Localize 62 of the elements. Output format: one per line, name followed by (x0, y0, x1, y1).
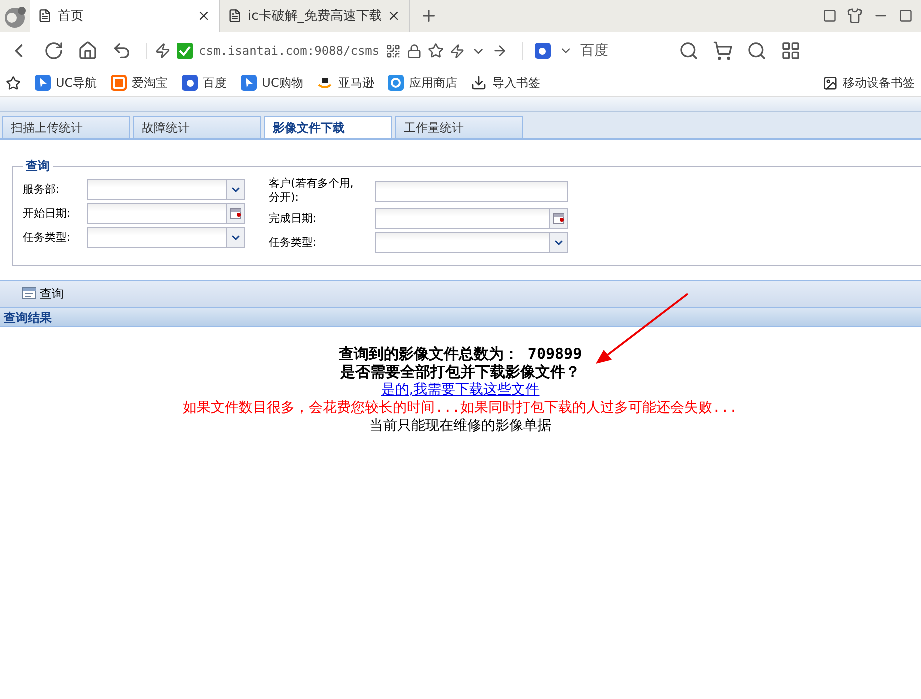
query-button[interactable]: 查询 (22, 286, 64, 302)
go-icon[interactable] (492, 43, 508, 59)
download-link[interactable]: 是的,我需要下载这些文件 (381, 381, 540, 399)
field-label: 任务类型: (23, 230, 72, 244)
bookmark-link[interactable]: 应用商店 (388, 74, 458, 92)
page-tab[interactable]: 工作量统计 (395, 116, 523, 138)
page-icon (228, 9, 242, 23)
bookmark-link[interactable]: 移动设备书签 (823, 74, 915, 92)
calendar-icon (552, 212, 564, 224)
warning-text: 如果文件数目很多，会花费您较长的时间...如果同时打包下载的人过多可能还会失败... (183, 399, 738, 417)
dropdown-field[interactable] (375, 232, 568, 253)
dropdown-field[interactable] (87, 227, 245, 248)
home-icon[interactable] (78, 41, 98, 61)
shirt-icon[interactable] (847, 8, 863, 24)
qr-icon[interactable] (386, 44, 401, 58)
star-icon[interactable] (428, 43, 444, 59)
calendar-icon (230, 208, 242, 220)
result-text: 当前只能现在维修的影像单据 (370, 417, 552, 435)
page-tab[interactable]: 扫描上传统计 (2, 116, 130, 138)
address-field[interactable]: csm.isantai.com:9088/csms (199, 44, 380, 58)
page-tab[interactable]: 影像文件下载 (264, 116, 392, 138)
field-label: 服务部: (23, 182, 61, 196)
bookmark-link[interactable]: 导入书签 (471, 74, 540, 92)
field-label: 完成日期: (269, 212, 318, 226)
star-icon[interactable] (6, 76, 21, 90)
bookmark-link[interactable]: UC购物 (241, 74, 304, 92)
field-label: 客户(若有多个用,分开): (269, 177, 355, 205)
page-icon (38, 9, 52, 23)
magnifier-icon[interactable] (746, 41, 767, 61)
import-icon (471, 75, 488, 91)
folder-icon (823, 76, 838, 90)
bookmark-link[interactable]: UC导航 (35, 74, 98, 92)
bookmark-link[interactable]: 爱淘宝 (111, 74, 168, 92)
new-tab-icon[interactable] (420, 7, 438, 25)
panel-title: 查询 (25, 158, 51, 175)
dropdown-field[interactable] (87, 179, 245, 200)
lock-icon[interactable] (406, 44, 422, 58)
undo-icon[interactable] (112, 41, 132, 61)
search-icon[interactable] (678, 41, 699, 61)
date-field[interactable] (375, 208, 568, 229)
grid-icon[interactable] (780, 41, 801, 61)
bookmark-link[interactable]: 亚马逊 (317, 74, 374, 92)
bolt-icon[interactable] (450, 44, 465, 58)
close-icon[interactable] (197, 9, 211, 23)
section-header: 查询结果 (0, 307, 921, 327)
browser-tab[interactable]: 首页 (30, 0, 220, 32)
maximize-icon[interactable] (899, 9, 913, 23)
page-tab[interactable]: 故障统计 (133, 116, 261, 138)
check-icon (177, 43, 193, 59)
input-field[interactable] (375, 180, 568, 202)
result-text: 查询到的影像文件总数为： 709899 (338, 345, 582, 363)
reload-icon[interactable] (44, 41, 64, 61)
bookmark-link[interactable]: 百度 (182, 74, 228, 92)
date-field[interactable] (87, 203, 245, 224)
field-label: 任务类型: (269, 236, 318, 250)
field-label: 开始日期: (23, 206, 72, 220)
form-icon (22, 287, 38, 301)
restore-icon[interactable] (823, 9, 837, 23)
cart-icon[interactable] (712, 41, 733, 61)
close-icon[interactable] (387, 9, 401, 23)
result-text: 是否需要全部打包并下载影像文件？ (340, 363, 580, 381)
search-engine[interactable]: 百度 (580, 42, 609, 60)
